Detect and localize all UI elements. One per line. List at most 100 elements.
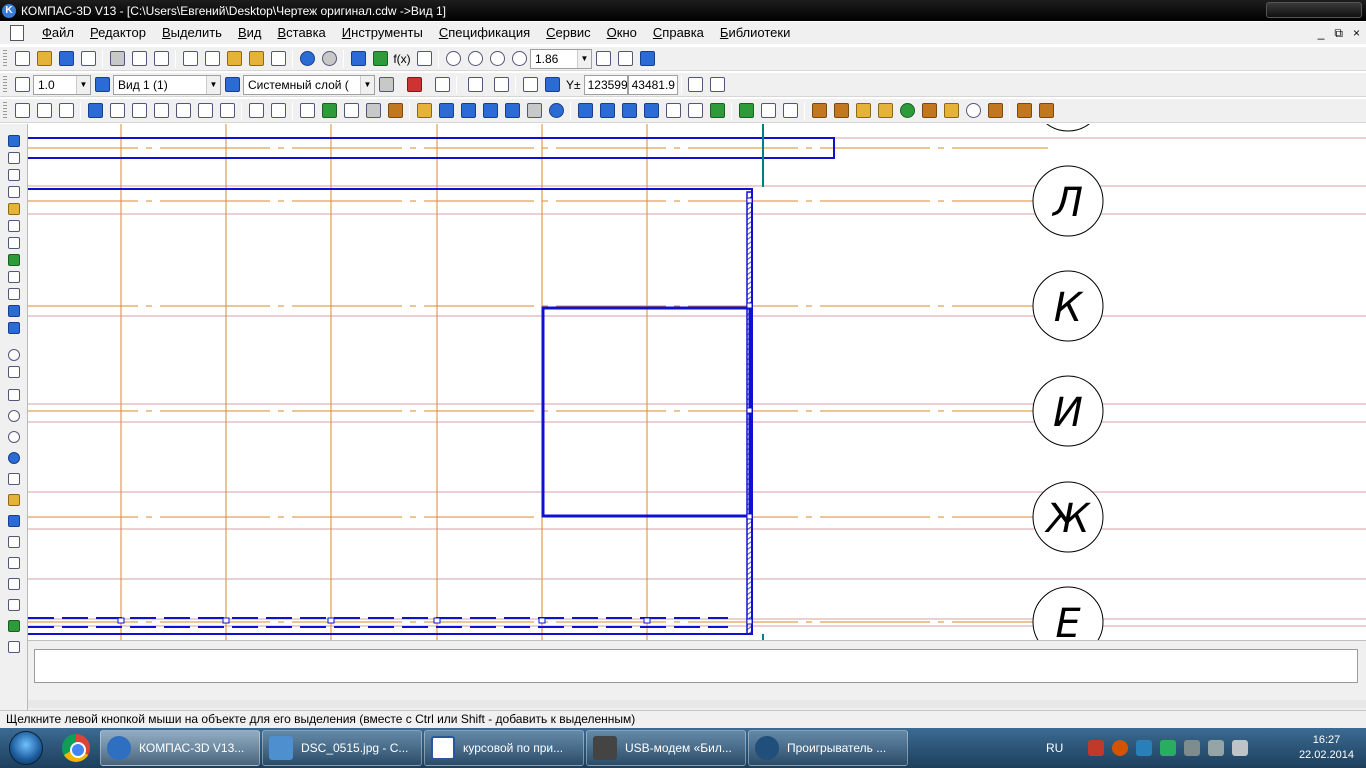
library-manager-button[interactable] xyxy=(369,48,391,70)
menu-help[interactable]: Справка xyxy=(645,22,712,44)
start-button[interactable] xyxy=(0,728,52,768)
geometry-tool-button[interactable] xyxy=(4,149,24,166)
axis-bubble[interactable] xyxy=(1033,124,1103,132)
bezier-tool-button[interactable] xyxy=(4,533,24,550)
zoom-out-button[interactable] xyxy=(486,48,508,70)
edit-tool-button[interactable] xyxy=(4,200,24,217)
window-controls[interactable] xyxy=(1266,2,1362,18)
bridge-button[interactable] xyxy=(384,100,406,122)
furniture-7-button[interactable] xyxy=(940,100,962,122)
pan-button[interactable] xyxy=(592,48,614,70)
drawing-svg[interactable]: Л К И Ж Е xyxy=(28,124,1366,640)
paste-button[interactable] xyxy=(223,48,245,70)
library-tool-3-button[interactable] xyxy=(479,100,501,122)
tray-antivirus-icon[interactable] xyxy=(1112,740,1128,756)
help-pointer-button[interactable] xyxy=(413,48,435,70)
eraser-button[interactable] xyxy=(375,74,397,96)
language-indicator[interactable]: RU xyxy=(1046,741,1076,755)
property-panel-field[interactable] xyxy=(34,649,1358,683)
menu-service[interactable]: Сервис xyxy=(538,22,599,44)
node-marker[interactable] xyxy=(746,407,753,414)
toolbar-grip[interactable] xyxy=(3,75,7,94)
leader-button[interactable] xyxy=(128,100,150,122)
dimensions-button[interactable] xyxy=(33,100,55,122)
parametrization-tool-button[interactable] xyxy=(4,217,24,234)
edit-button[interactable] xyxy=(296,100,318,122)
menu-libraries[interactable]: Библиотеки xyxy=(712,22,798,44)
hatch-button[interactable] xyxy=(11,100,33,122)
fillet-tool-button[interactable] xyxy=(4,554,24,571)
snap-points-button[interactable] xyxy=(541,74,563,96)
circle-tool-button[interactable] xyxy=(4,407,24,424)
calc-table-button[interactable] xyxy=(318,100,340,122)
local-cs-button[interactable] xyxy=(431,74,453,96)
axis-label[interactable]: Л xyxy=(1051,180,1083,226)
zoom-window-button[interactable] xyxy=(464,48,486,70)
furniture-6-button[interactable] xyxy=(918,100,940,122)
arch-tool-7-button[interactable] xyxy=(706,100,728,122)
polyline-tool-button[interactable] xyxy=(4,512,24,529)
stamp-button[interactable] xyxy=(362,100,384,122)
list-button[interactable] xyxy=(267,48,289,70)
tray-network-icon[interactable] xyxy=(1208,740,1224,756)
node-marker[interactable] xyxy=(746,197,753,204)
fill-button[interactable] xyxy=(340,100,362,122)
view-combo[interactable]: Вид 1 (1) ▼ xyxy=(113,74,221,95)
furniture-4-button[interactable] xyxy=(874,100,896,122)
menu-editor[interactable]: Редактор xyxy=(82,22,154,44)
axis-label[interactable]: К xyxy=(1054,285,1084,331)
insert-tool-button[interactable] xyxy=(4,319,24,336)
print-preview-button[interactable] xyxy=(128,48,150,70)
properties-button[interactable] xyxy=(77,48,99,70)
ortho-button[interactable] xyxy=(490,74,512,96)
tolerance-button[interactable] xyxy=(216,100,238,122)
spec-tool-button[interactable] xyxy=(4,285,24,302)
rectangle-tool-button[interactable] xyxy=(4,596,24,613)
base-button[interactable] xyxy=(172,100,194,122)
menu-file[interactable]: Файл xyxy=(34,22,82,44)
arch-tool-4-button[interactable] xyxy=(640,100,662,122)
library-tool-1-button[interactable] xyxy=(435,100,457,122)
select-by-tool-button[interactable] xyxy=(4,251,24,268)
text-button[interactable] xyxy=(106,100,128,122)
tray-b-icon[interactable] xyxy=(1136,740,1152,756)
redo-button[interactable] xyxy=(318,48,340,70)
zoom-in-button[interactable] xyxy=(442,48,464,70)
library-tool-2-button[interactable] xyxy=(457,100,479,122)
show-all-button[interactable] xyxy=(614,48,636,70)
cut-button[interactable] xyxy=(179,48,201,70)
auto-line-tool-button[interactable] xyxy=(4,491,24,508)
copy-properties-button[interactable] xyxy=(245,48,267,70)
furniture-10-button[interactable] xyxy=(1013,100,1035,122)
arch-tool-2-button[interactable] xyxy=(596,100,618,122)
taskbar-item-media-player[interactable]: Проигрыватель ... xyxy=(748,730,908,766)
chevron-down-icon[interactable]: ▼ xyxy=(76,75,90,94)
arch-tool-3-button[interactable] xyxy=(618,100,640,122)
minimize-doc-button[interactable]: _ xyxy=(1318,22,1325,44)
node-marker[interactable] xyxy=(746,513,753,520)
restore-doc-button[interactable]: ⧉ xyxy=(1334,22,1343,44)
points-button[interactable] xyxy=(55,100,77,122)
axis-label[interactable]: Е xyxy=(1055,601,1081,640)
associative-view-tool-button[interactable] xyxy=(4,268,24,285)
outline-tool-button[interactable] xyxy=(4,617,24,634)
table-button[interactable] xyxy=(267,100,289,122)
zoom-combo[interactable]: 1.86 ▼ xyxy=(530,48,592,69)
tray-usb-icon[interactable] xyxy=(1184,740,1200,756)
arch-tool-6-button[interactable] xyxy=(684,100,706,122)
menu-insert[interactable]: Вставка xyxy=(269,22,333,44)
undo-button[interactable] xyxy=(296,48,318,70)
tray-nvidia-icon[interactable] xyxy=(1160,740,1176,756)
open-library-button[interactable] xyxy=(413,100,435,122)
node-marker[interactable] xyxy=(117,617,125,624)
measure-tool-button[interactable] xyxy=(4,234,24,251)
taskbar-item-image[interactable]: DSC_0515.jpg - С... xyxy=(262,730,422,766)
furniture-3-button[interactable] xyxy=(852,100,874,122)
variables-button[interactable]: f(x) xyxy=(391,48,413,70)
open-button[interactable] xyxy=(33,48,55,70)
toolbar-grip[interactable] xyxy=(3,101,7,120)
tools-button[interactable] xyxy=(523,100,545,122)
node-marker[interactable] xyxy=(538,617,546,624)
node-marker[interactable] xyxy=(222,617,230,624)
manager-button[interactable] xyxy=(150,48,172,70)
